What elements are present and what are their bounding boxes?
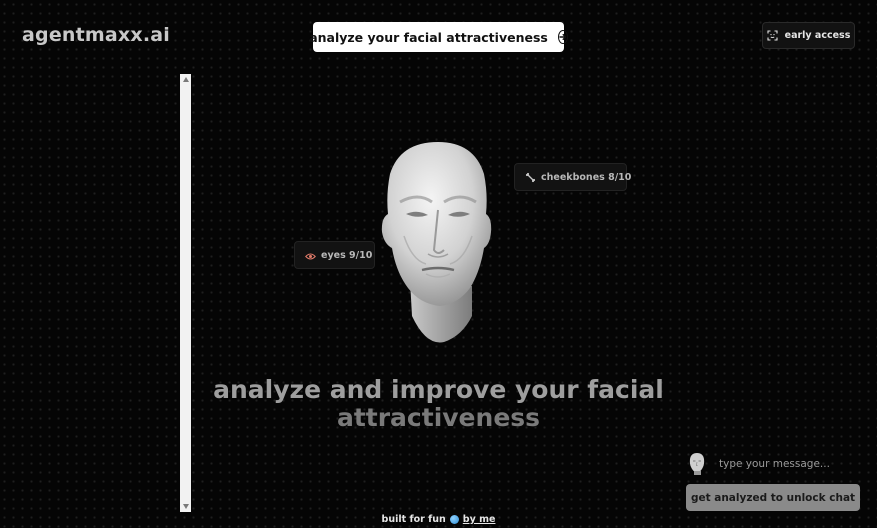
footer-author-link[interactable]: by me: [463, 514, 496, 525]
bone-icon: [525, 168, 536, 187]
landing-page: agentmaxx.ai analyze your facial attract…: [0, 0, 877, 528]
face-3d-model: [374, 140, 502, 346]
hero-headline-accent: attractiveness: [336, 403, 541, 432]
unlock-chat-button[interactable]: get analyzed to unlock chat: [686, 484, 860, 511]
chat-avatar: [688, 452, 706, 476]
footer: built for fun by me: [0, 514, 877, 525]
globe-icon: [449, 515, 459, 524]
analyze-cta-label: analyze your facial attractiveness: [309, 29, 548, 45]
eyes-score-tag: eyes 9/10: [294, 241, 375, 269]
scrollbar[interactable]: [180, 74, 191, 512]
analyze-cta-button[interactable]: analyze your facial attractiveness: [309, 22, 568, 52]
scroll-down-arrow[interactable]: [182, 504, 189, 509]
footer-text: built for fun: [381, 514, 446, 525]
early-access-label: early access: [784, 30, 851, 41]
unlock-chat-label: get analyzed to unlock chat: [690, 491, 856, 504]
eyes-score-label: eyes 9/10: [321, 249, 373, 261]
scan-face-icon: [767, 26, 778, 45]
eye-icon: [305, 246, 316, 265]
arrow-right-circle-icon: [557, 30, 568, 44]
cheekbones-score-label: cheekbones 8/10: [541, 171, 632, 183]
logo[interactable]: agentmaxx.ai: [22, 24, 170, 46]
early-access-button[interactable]: early access: [762, 22, 855, 49]
cheekbones-score-tag: cheekbones 8/10: [514, 163, 631, 191]
hero-headline: analyze and improve your facial: [213, 375, 664, 404]
chat-message-input[interactable]: [713, 452, 875, 476]
scroll-up-arrow[interactable]: [182, 77, 189, 82]
